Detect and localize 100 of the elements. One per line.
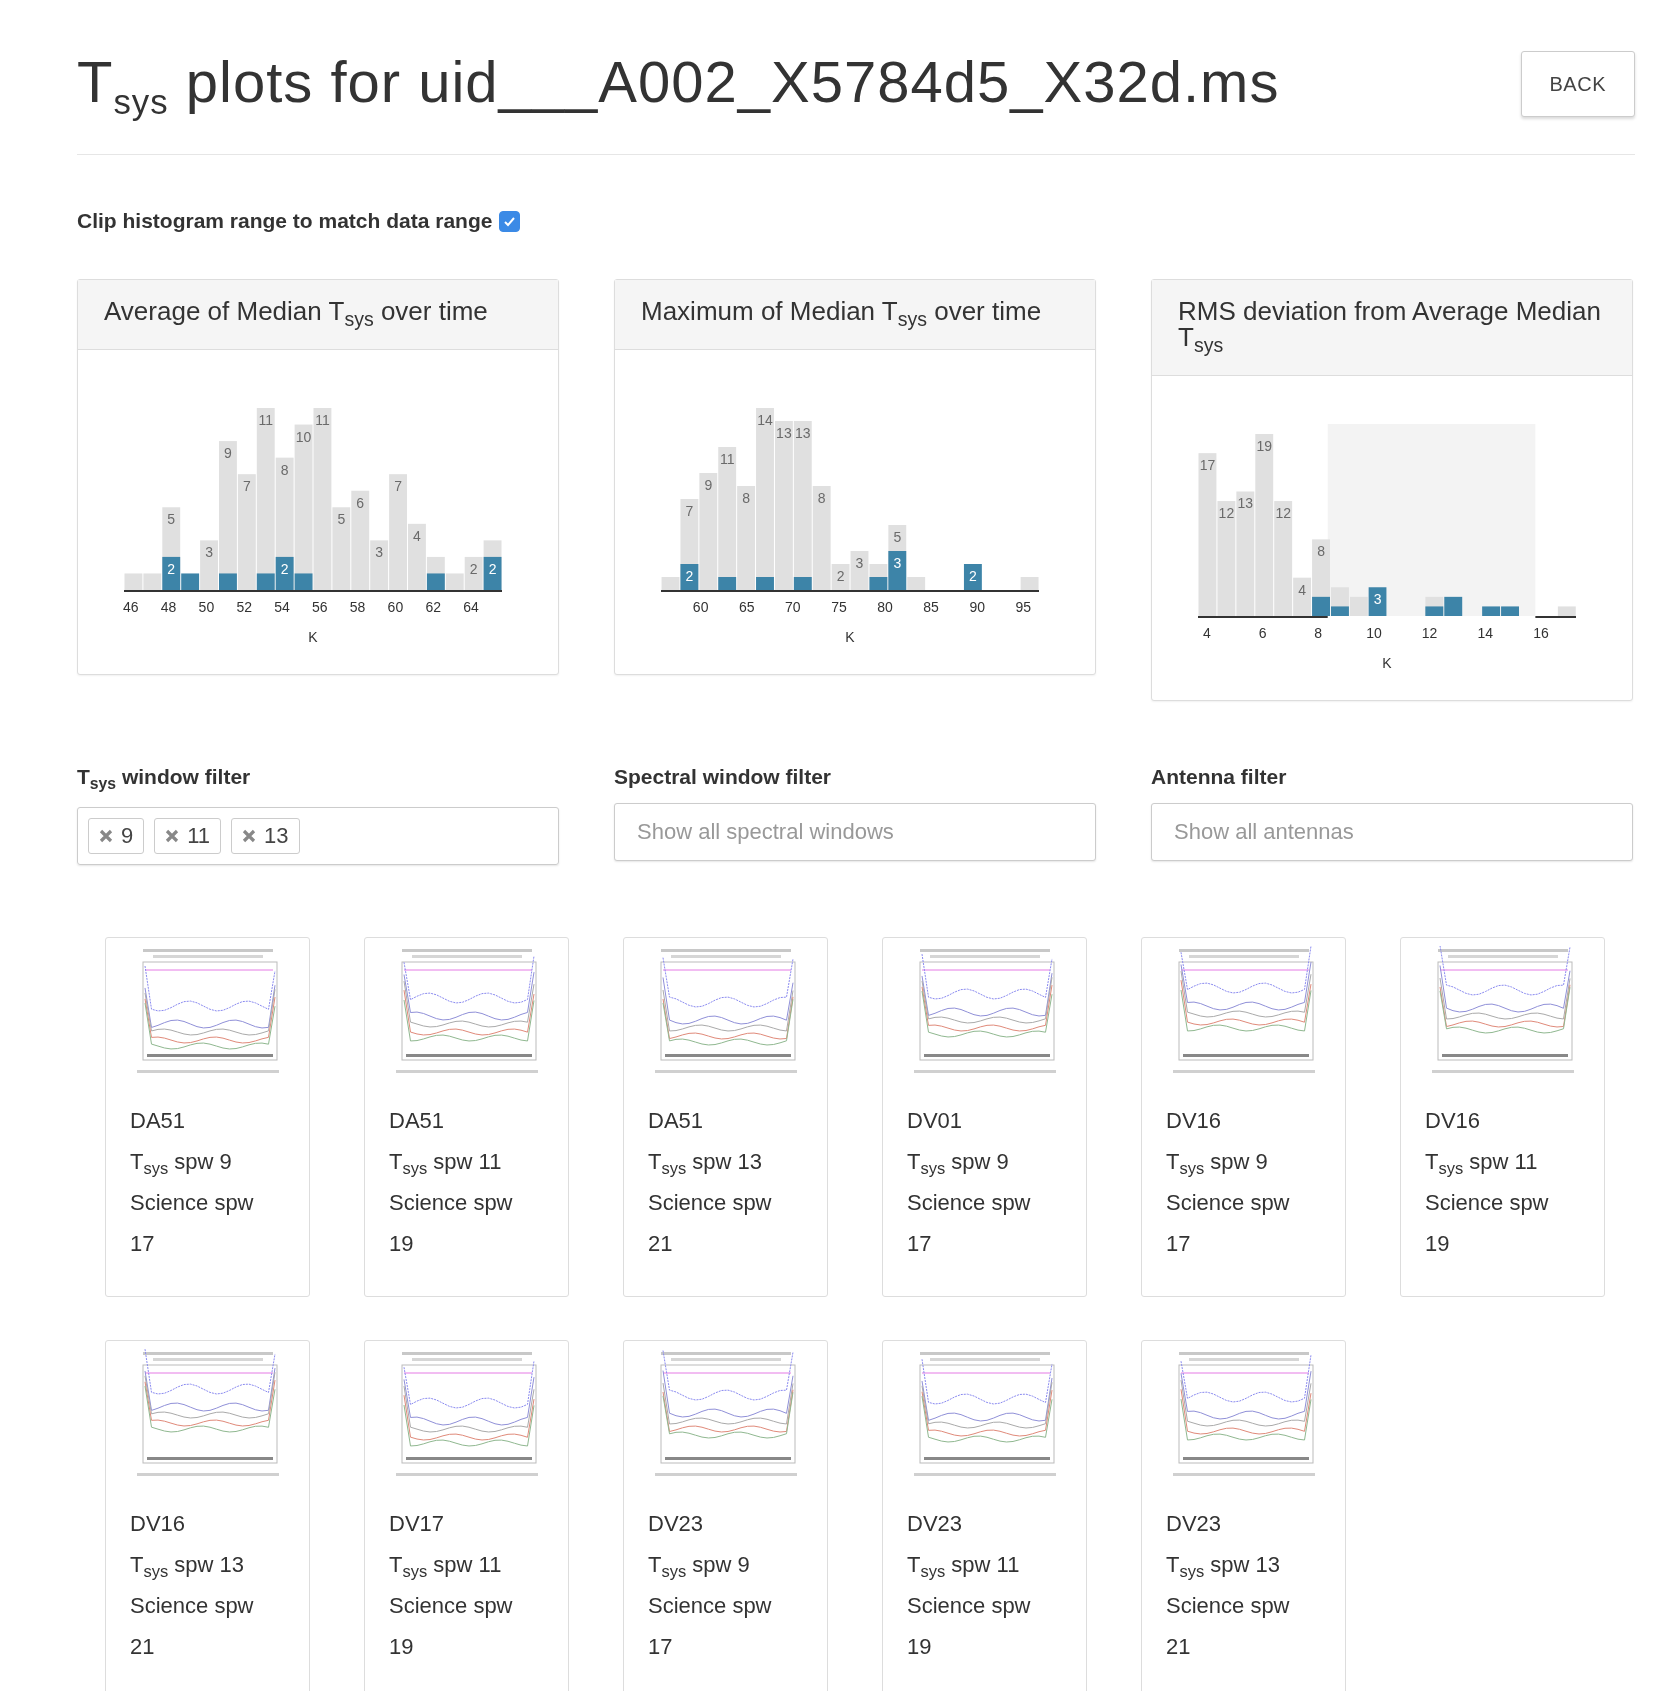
antenna-name: DA51 [389, 1106, 446, 1135]
bar-label: 5 [337, 511, 346, 528]
tsys-spw: T$_{sys}$ spw 9 [130, 1147, 233, 1179]
tick-label: 12 [1421, 625, 1438, 642]
bar-label: 14 [757, 412, 773, 429]
science-spw: Science spw 21 [130, 1591, 255, 1661]
selected-bar [963, 564, 982, 591]
bar-label: 9 [704, 477, 713, 494]
science-spw: Science spw 17 [907, 1188, 1032, 1258]
plot-card[interactable]: DA51 T$_{sys}$ spw 13 Science spw 21 [623, 936, 828, 1297]
tick-label: 70 [785, 599, 801, 616]
tick-label: 16 [1533, 625, 1549, 642]
filter-label: Antenna filter [1151, 765, 1288, 790]
panel-title: Average of Median T$_{sys}$ over time [78, 280, 558, 351]
total-bar [1020, 577, 1039, 591]
science-spw: Science spw 19 [389, 1188, 514, 1258]
antenna-name: DV17 [389, 1509, 446, 1538]
plot-card[interactable]: DA51 T$_{sys}$ spw 11 Science spw 19 [364, 936, 569, 1297]
tick-label: 56 [312, 599, 328, 616]
plot-card[interactable]: DV16 T$_{sys}$ spw 11 Science spw 19 [1400, 936, 1605, 1297]
science-spw: Science spw 19 [907, 1591, 1032, 1661]
plot-card[interactable]: DV23 T$_{sys}$ spw 13 Science spw 21 [1141, 1339, 1346, 1691]
tick-label: 65 [738, 599, 755, 616]
page-title: T$_{sys}$ plots for uid___A002_X5784d5_X32d.ms [77, 48, 1280, 124]
axis-label: K [308, 629, 318, 646]
tick-label: 6 [1258, 625, 1267, 642]
tsys-spw: T$_{sys}$ spw 13 [648, 1147, 764, 1179]
tick-label: 60 [692, 599, 709, 616]
antenna-name: DV16 [1425, 1106, 1482, 1135]
bar-label: 2 [836, 568, 845, 585]
filter-tag[interactable]: 13 [231, 817, 300, 854]
bar-label: 8 [742, 490, 750, 507]
total-bar [124, 573, 143, 591]
plot-card[interactable]: DV16 T$_{sys}$ spw 13 Science spw 21 [105, 1339, 310, 1691]
selected-bar [680, 564, 699, 591]
filter-input-field[interactable]: Show all antennas [1151, 803, 1633, 862]
bar-label: 11 [719, 451, 735, 468]
science-spw: Science spw 21 [648, 1188, 773, 1258]
filter-tag[interactable]: 11 [154, 817, 222, 854]
selected-bar [1482, 606, 1501, 617]
selected-bar [219, 573, 237, 591]
bar-label: 12 [1218, 505, 1235, 522]
tick-label: 48 [160, 599, 177, 616]
science-spw: Science spw 19 [389, 1591, 514, 1661]
antenna-name: DV23 [648, 1509, 705, 1538]
remove-icon[interactable] [165, 828, 180, 843]
tick-label: 54 [274, 599, 290, 616]
plot-card[interactable]: DV16 T$_{sys}$ spw 9 Science spw 17 [1141, 936, 1346, 1297]
tag-input-field[interactable]: 9 11 13 [77, 806, 559, 865]
remove-icon[interactable] [242, 828, 257, 843]
tick-label: 90 [969, 599, 985, 616]
bar-label: 8 [280, 461, 289, 478]
bar-label: 5 [167, 511, 176, 528]
tick-label: 95 [1015, 599, 1032, 616]
plot-card[interactable]: DV23 T$_{sys}$ spw 11 Science spw 19 [882, 1339, 1087, 1691]
filter-tag[interactable]: 9 [88, 817, 145, 854]
plot-card[interactable]: DV23 T$_{sys}$ spw 9 Science spw 17 [623, 1339, 828, 1691]
bar-label: 9 [224, 445, 232, 462]
tsys-spw: T$_{sys}$ spw 11 [907, 1550, 1021, 1582]
bar-label: 17 [1199, 457, 1216, 474]
back-button[interactable]: BACK [1520, 51, 1635, 118]
science-spw: Science spw 17 [648, 1591, 773, 1661]
antenna-name: DV01 [907, 1106, 964, 1135]
selection-brush[interactable] [1327, 424, 1536, 617]
bar-label: 13 [776, 425, 792, 442]
tick-label: 85 [923, 599, 939, 616]
bar-label: 3 [855, 555, 864, 572]
bar-label: 7 [394, 478, 402, 495]
bar-label: 3 [375, 544, 384, 561]
filter-input-field[interactable]: Show all spectral windows [614, 803, 1096, 862]
total-bar [1557, 606, 1576, 617]
tick-label: 8 [1314, 625, 1323, 642]
bar-label: 12 [1275, 505, 1291, 522]
antenna-name: DA51 [648, 1106, 705, 1135]
filter-label: Spectral window filter [614, 765, 833, 790]
tick-label: 52 [236, 599, 252, 616]
bar-label: 3 [893, 555, 902, 572]
bar-label: 6 [356, 495, 365, 511]
bar-label: 10 [295, 428, 312, 445]
panel-title: Maximum of Median T$_{sys}$ over time [615, 280, 1095, 351]
clip-checkbox[interactable] [499, 210, 521, 232]
panel-title: RMS deviation from Average Median T$_{sys}$ [1152, 280, 1632, 377]
bar-label: 13 [795, 425, 811, 442]
bar-label: 2 [969, 568, 977, 585]
checkbox-label: Clip histogram range to match data range [77, 209, 493, 234]
tsys-spw: T$_{sys}$ spw 11 [389, 1550, 503, 1582]
science-spw: Science spw 19 [1425, 1188, 1550, 1258]
bar-label: 11 [258, 412, 273, 429]
plot-card[interactable]: DV01 T$_{sys}$ spw 9 Science spw 17 [882, 936, 1087, 1297]
bar-label: 3 [1373, 591, 1382, 608]
remove-icon[interactable] [99, 828, 113, 843]
bar-label: 2 [488, 561, 497, 578]
filter-label: T$_{sys}$ window filter [77, 765, 252, 793]
tsys-spw: T$_{sys}$ spw 9 [907, 1147, 1010, 1179]
axis-label: K [845, 629, 855, 646]
tick-label: 64 [463, 599, 479, 616]
plot-card[interactable]: DA51 T$_{sys}$ spw 9 Science spw 17 [105, 936, 310, 1297]
bar-label: 7 [685, 503, 694, 520]
antenna-name: DV23 [1166, 1509, 1223, 1538]
plot-card[interactable]: DV17 T$_{sys}$ spw 11 Science spw 19 [364, 1339, 569, 1691]
